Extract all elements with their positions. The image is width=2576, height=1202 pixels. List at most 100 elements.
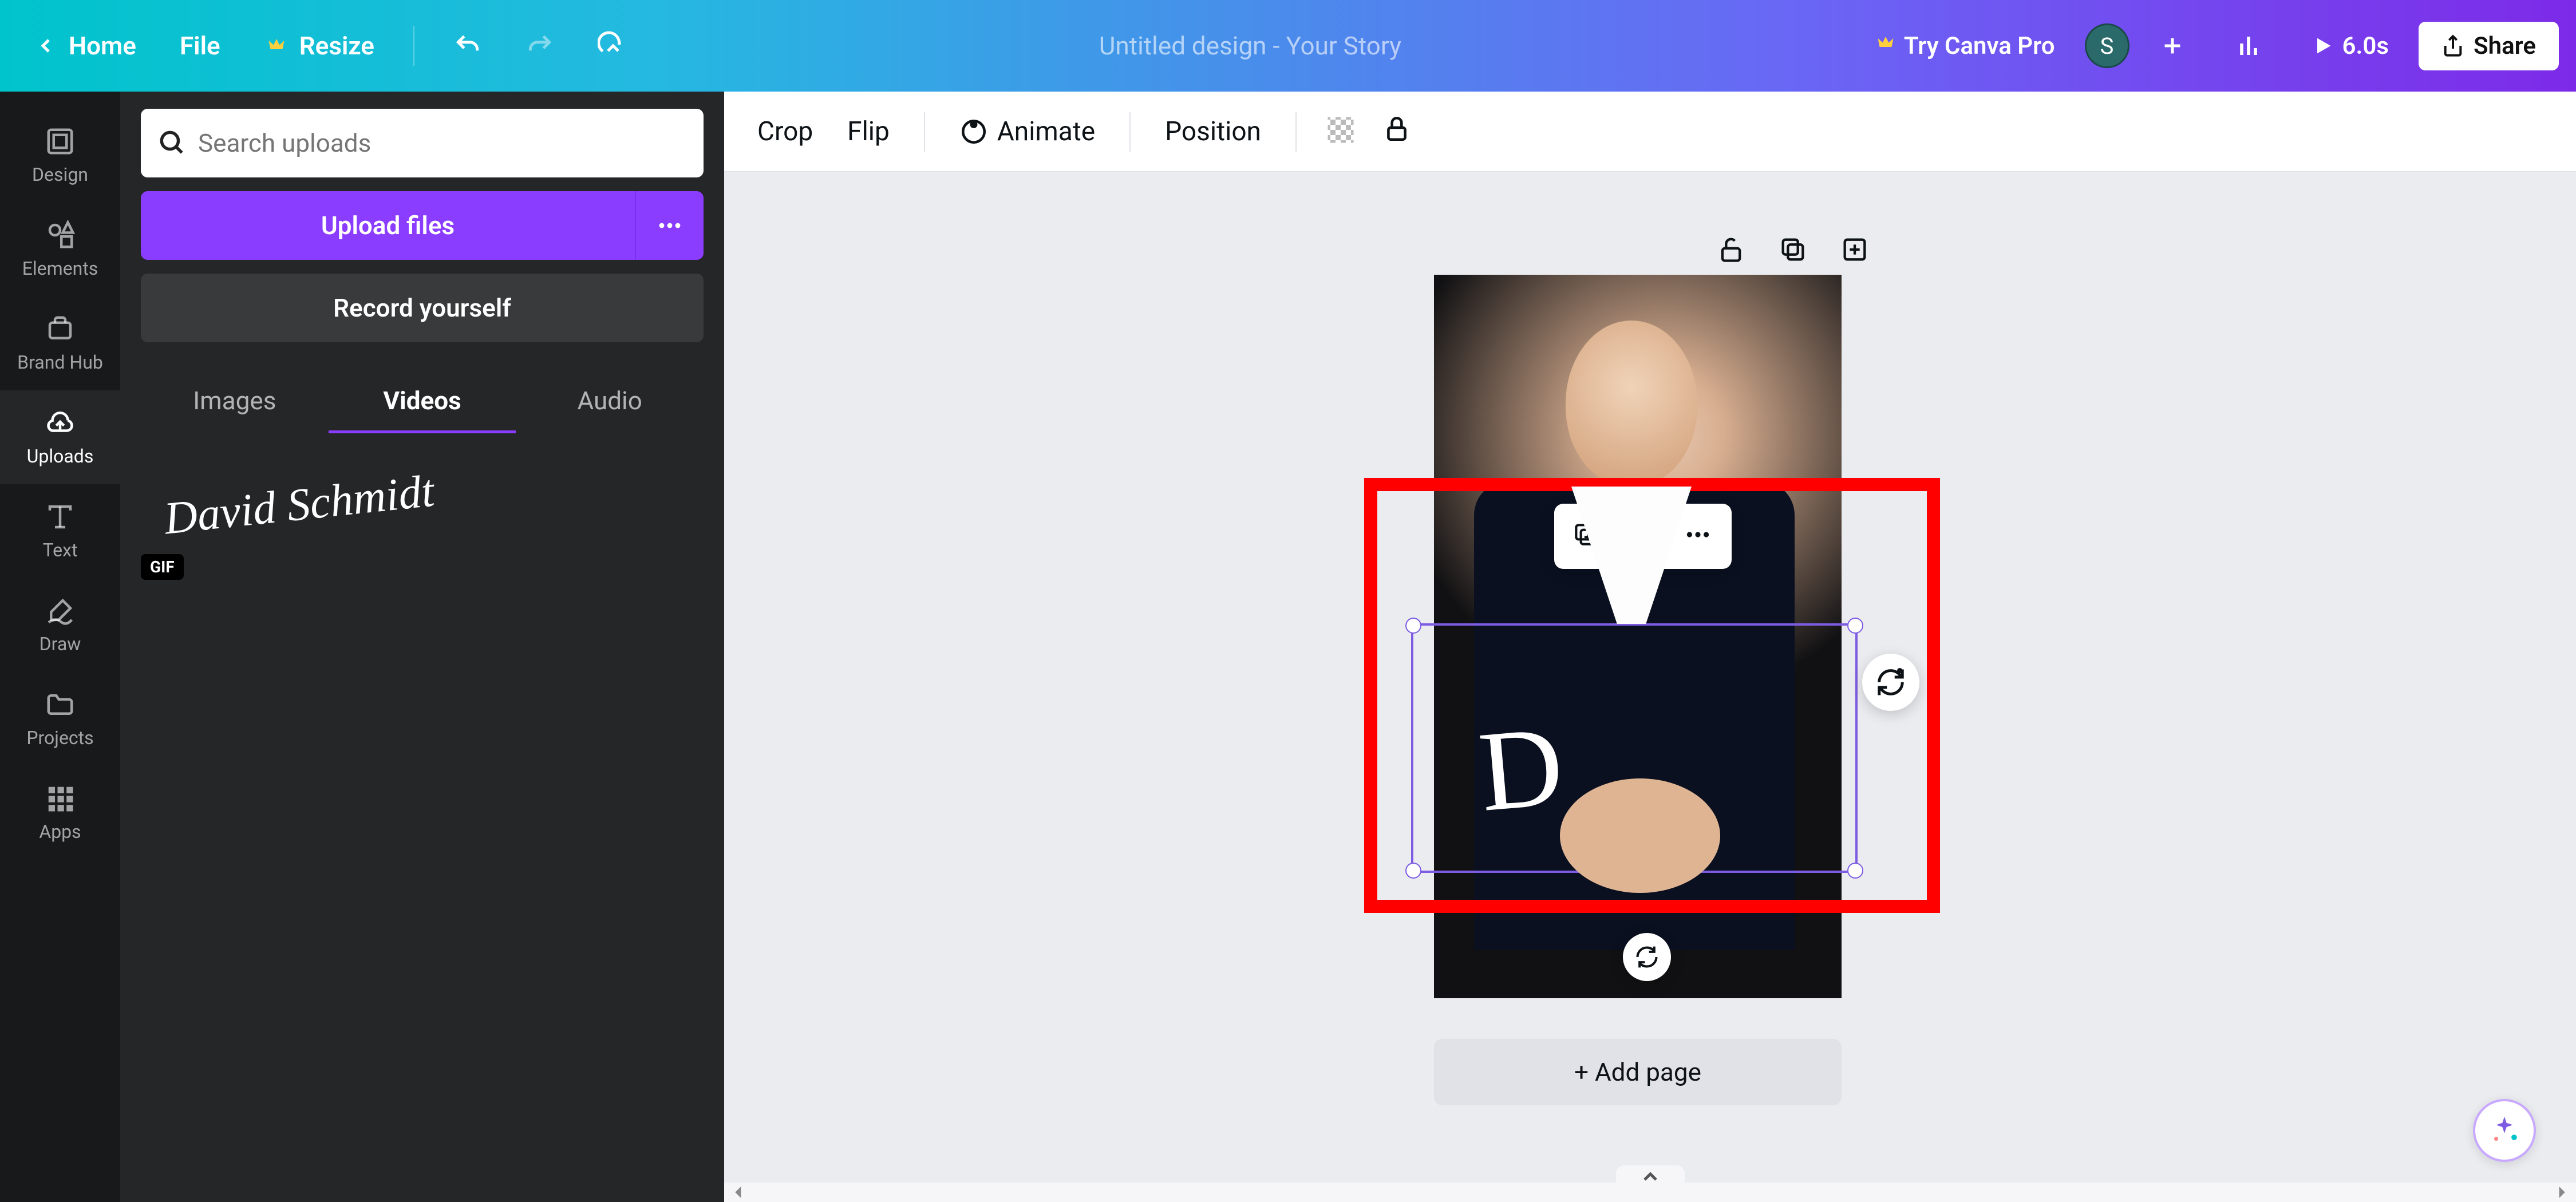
more-icon[interactable] xyxy=(1684,520,1714,552)
rail-elements[interactable]: Elements xyxy=(0,203,120,296)
rail-text[interactable]: Text xyxy=(0,484,120,578)
text-icon xyxy=(44,500,77,533)
rail-apps-label: Apps xyxy=(39,821,81,843)
document-title[interactable]: Untitled design - Your Story xyxy=(645,31,1856,61)
context-toolbar: Crop Flip Animate Position xyxy=(724,92,2576,172)
add-page-icon[interactable] xyxy=(1840,235,1873,268)
uploads-panel: Upload files Record yourself Images Vide… xyxy=(120,92,724,1202)
avatar[interactable]: S xyxy=(2085,23,2129,68)
top-bar: Home File Resize Untitled design - Your … xyxy=(0,0,2576,92)
projects-icon xyxy=(44,688,77,721)
scroll-left-icon[interactable] xyxy=(728,1181,750,1202)
rail-design[interactable]: Design xyxy=(0,109,120,203)
elements-icon xyxy=(44,219,77,252)
flip-button[interactable]: Flip xyxy=(841,110,895,153)
try-pro-label: Try Canva Pro xyxy=(1904,32,2055,60)
canvas-inner: D + Add page xyxy=(724,172,2576,1202)
tab-images-label: Images xyxy=(193,386,276,416)
draw-icon xyxy=(44,594,77,627)
horizontal-scrollbar[interactable] xyxy=(724,1183,2576,1202)
uploads-icon xyxy=(44,406,77,440)
apps-icon xyxy=(44,782,77,815)
tab-videos-label: Videos xyxy=(383,386,461,416)
unlock-page-icon[interactable] xyxy=(1716,235,1749,268)
brand-hub-icon xyxy=(44,313,77,346)
resize-button[interactable]: Resize xyxy=(248,21,390,71)
tab-images[interactable]: Images xyxy=(141,371,329,433)
animate-button[interactable]: Animate xyxy=(954,110,1101,153)
topbar-right: Try Canva Pro S 6.0s Share xyxy=(1856,22,2559,70)
rail-uploads[interactable]: Uploads xyxy=(0,390,120,484)
position-button[interactable]: Position xyxy=(1159,110,1267,153)
resize-handle-bl[interactable] xyxy=(1405,863,1421,879)
home-button[interactable]: Home xyxy=(17,21,152,71)
design-icon xyxy=(44,125,77,158)
rail-uploads-label: Uploads xyxy=(27,445,94,467)
search-icon xyxy=(157,128,185,159)
upload-row: Upload files xyxy=(141,191,704,260)
cloud-sync-icon[interactable] xyxy=(582,20,645,72)
chevron-left-icon xyxy=(33,33,58,58)
redo-button[interactable] xyxy=(509,21,570,70)
share-button[interactable]: Share xyxy=(2419,22,2559,70)
play-button[interactable]: 6.0s xyxy=(2292,22,2409,70)
rail-draw[interactable]: Draw xyxy=(0,578,120,672)
separator xyxy=(924,112,925,152)
add-member-button[interactable] xyxy=(2140,22,2205,69)
search-input-wrap[interactable] xyxy=(141,109,704,177)
lock-icon[interactable] xyxy=(1382,114,1417,149)
tab-audio[interactable]: Audio xyxy=(516,371,704,433)
file-label: File xyxy=(180,31,220,61)
insights-button[interactable] xyxy=(2215,22,2282,70)
undo-button[interactable] xyxy=(437,21,498,70)
resize-handle-tl[interactable] xyxy=(1405,618,1421,634)
upload-more-button[interactable] xyxy=(635,191,704,260)
avatar-initial: S xyxy=(2100,33,2114,60)
try-pro-button[interactable]: Try Canva Pro xyxy=(1856,22,2075,70)
side-rail: Design Elements Brand Hub Uploads Text D… xyxy=(0,92,120,1202)
resize-handle-br[interactable] xyxy=(1847,863,1863,879)
crown-icon xyxy=(264,33,289,58)
upload-tabs: Images Videos Audio xyxy=(141,371,704,433)
resize-handle-tr[interactable] xyxy=(1847,618,1863,634)
resize-label: Resize xyxy=(299,31,374,61)
photo-hand xyxy=(1560,778,1720,893)
rail-projects[interactable]: Projects xyxy=(0,672,120,766)
main: Design Elements Brand Hub Uploads Text D… xyxy=(0,92,2576,1202)
rail-apps[interactable]: Apps xyxy=(0,766,120,860)
add-page-label: + Add page xyxy=(1574,1057,1701,1087)
crop-button[interactable]: Crop xyxy=(752,110,819,153)
animate-label: Animate xyxy=(997,116,1095,147)
tab-videos[interactable]: Videos xyxy=(329,371,516,433)
rail-draw-label: Draw xyxy=(39,633,81,655)
file-menu[interactable]: File xyxy=(164,21,236,71)
magic-assistant-button[interactable] xyxy=(2473,1099,2536,1162)
add-page-button[interactable]: + Add page xyxy=(1434,1039,1842,1105)
upload-item-signature[interactable]: David Schmidt GIF xyxy=(141,479,704,580)
topbar-left: Home File Resize xyxy=(17,20,645,72)
rail-brand-hub[interactable]: Brand Hub xyxy=(0,296,120,390)
signature-element[interactable]: D xyxy=(1476,720,1566,819)
rail-elements-label: Elements xyxy=(22,258,98,279)
record-yourself-button[interactable]: Record yourself xyxy=(141,274,704,342)
gif-badge: GIF xyxy=(141,554,184,580)
upload-files-button[interactable]: Upload files xyxy=(141,191,635,260)
scroll-right-icon[interactable] xyxy=(2550,1181,2573,1202)
rail-projects-label: Projects xyxy=(26,727,93,749)
rotate-handle[interactable] xyxy=(1623,933,1671,981)
search-input[interactable] xyxy=(198,128,688,158)
home-label: Home xyxy=(69,31,136,61)
duration-label: 6.0s xyxy=(2342,32,2389,60)
transparency-icon[interactable] xyxy=(1325,114,1360,149)
record-label: Record yourself xyxy=(333,293,511,323)
separator xyxy=(1295,112,1297,152)
canvas-area[interactable]: D + Add page xyxy=(724,172,2576,1202)
rail-text-label: Text xyxy=(43,539,78,561)
duplicate-page-icon[interactable] xyxy=(1778,235,1811,268)
uploads-grid: David Schmidt GIF xyxy=(141,479,704,580)
share-label: Share xyxy=(2474,32,2536,60)
rail-design-label: Design xyxy=(32,164,88,185)
tab-audio-label: Audio xyxy=(578,386,642,416)
ai-suggest-button[interactable] xyxy=(1862,654,1919,711)
crown-icon xyxy=(1875,32,1896,60)
